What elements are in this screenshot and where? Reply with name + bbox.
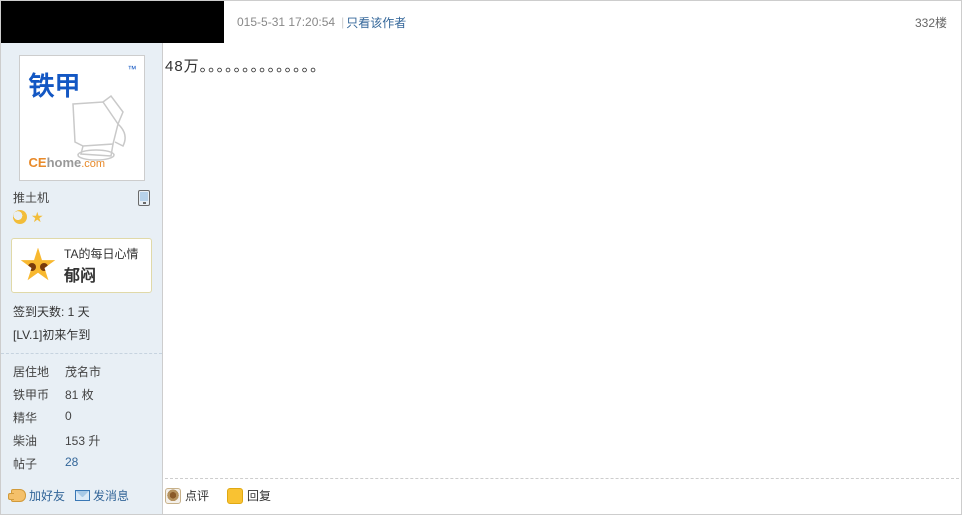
mood-value: 郁闷 <box>64 262 138 286</box>
mood-card[interactable]: TA的每日心情 郁闷 <box>11 238 152 293</box>
floor-number[interactable]: 332楼 <box>915 14 947 31</box>
redacted-username-bar <box>1 1 224 43</box>
rate-button[interactable]: 点评 <box>165 487 209 504</box>
post-wrap: 铁甲 ™ CEhome.com <box>0 0 962 515</box>
star-icon: ★ <box>31 210 44 224</box>
brand-en: CEhome.com <box>29 155 106 170</box>
user-stats: 居住地 茂名市 铁甲币 81 枚 精华 0 柴油 153 升 帖子 28 <box>1 353 162 481</box>
add-friend-button[interactable]: 加好友 <box>11 487 65 504</box>
reply-icon <box>227 488 243 504</box>
add-friend-label: 加好友 <box>29 487 65 504</box>
stat-val-link[interactable]: 28 <box>65 455 150 472</box>
level-icons: ★ <box>1 206 162 232</box>
stat-key: 帖子 <box>13 455 65 472</box>
stat-key: 柴油 <box>13 432 65 449</box>
stat-row: 铁甲币 81 枚 <box>13 383 150 406</box>
rate-label: 点评 <box>185 487 209 504</box>
user-sidebar: 铁甲 ™ CEhome.com <box>1 1 163 514</box>
reply-button[interactable]: 回复 <box>227 487 271 504</box>
stat-val: 茂名市 <box>65 363 150 380</box>
user-level: [LV.1]初来乍到 <box>1 326 162 353</box>
hand-icon <box>11 489 26 502</box>
user-title-row: 推土机 <box>1 189 162 206</box>
separator: | <box>341 15 344 29</box>
mood-face-icon <box>20 248 56 284</box>
stat-key: 精华 <box>13 409 65 426</box>
sign-days: 签到天数: 1 天 <box>1 303 162 326</box>
cup-icon <box>165 488 181 504</box>
stat-val: 81 枚 <box>65 386 150 403</box>
mobile-icon <box>138 190 150 206</box>
mail-icon <box>75 490 90 501</box>
moon-icon <box>13 210 27 224</box>
stat-row: 精华 0 <box>13 406 150 429</box>
post-actions: 点评 回复 <box>163 479 961 514</box>
stat-row: 柴油 153 升 <box>13 429 150 452</box>
brand-tm: ™ <box>128 64 137 74</box>
post-meta: 015-5-31 17:20:54 | 只看该作者 332楼 <box>163 1 961 43</box>
post-main: 015-5-31 17:20:54 | 只看该作者 332楼 48万。。。。。。… <box>163 1 961 514</box>
stat-key: 居住地 <box>13 363 65 380</box>
avatar-image: 铁甲 ™ CEhome.com <box>27 64 137 172</box>
only-author-link[interactable]: 只看该作者 <box>346 14 406 31</box>
post-timestamp: 015-5-31 17:20:54 <box>237 15 335 29</box>
mood-label: TA的每日心情 <box>64 245 138 262</box>
send-message-label: 发消息 <box>93 487 129 504</box>
stat-val: 153 升 <box>65 432 150 449</box>
reply-label: 回复 <box>247 487 271 504</box>
mood-text: TA的每日心情 郁闷 <box>64 245 138 286</box>
stat-row: 居住地 茂名市 <box>13 360 150 383</box>
stat-val: 0 <box>65 409 150 426</box>
sidebar-actions: 加好友 发消息 <box>1 481 162 504</box>
stat-row: 帖子 28 <box>13 452 150 475</box>
stat-key: 铁甲币 <box>13 386 65 403</box>
send-message-button[interactable]: 发消息 <box>75 487 129 504</box>
excavator-icon <box>63 94 133 162</box>
avatar[interactable]: 铁甲 ™ CEhome.com <box>19 55 145 181</box>
post-content: 48万。。。。。。。。。。。。。。 <box>163 43 961 478</box>
post-container: 铁甲 ™ CEhome.com <box>0 0 962 515</box>
user-title: 推土机 <box>13 189 49 206</box>
